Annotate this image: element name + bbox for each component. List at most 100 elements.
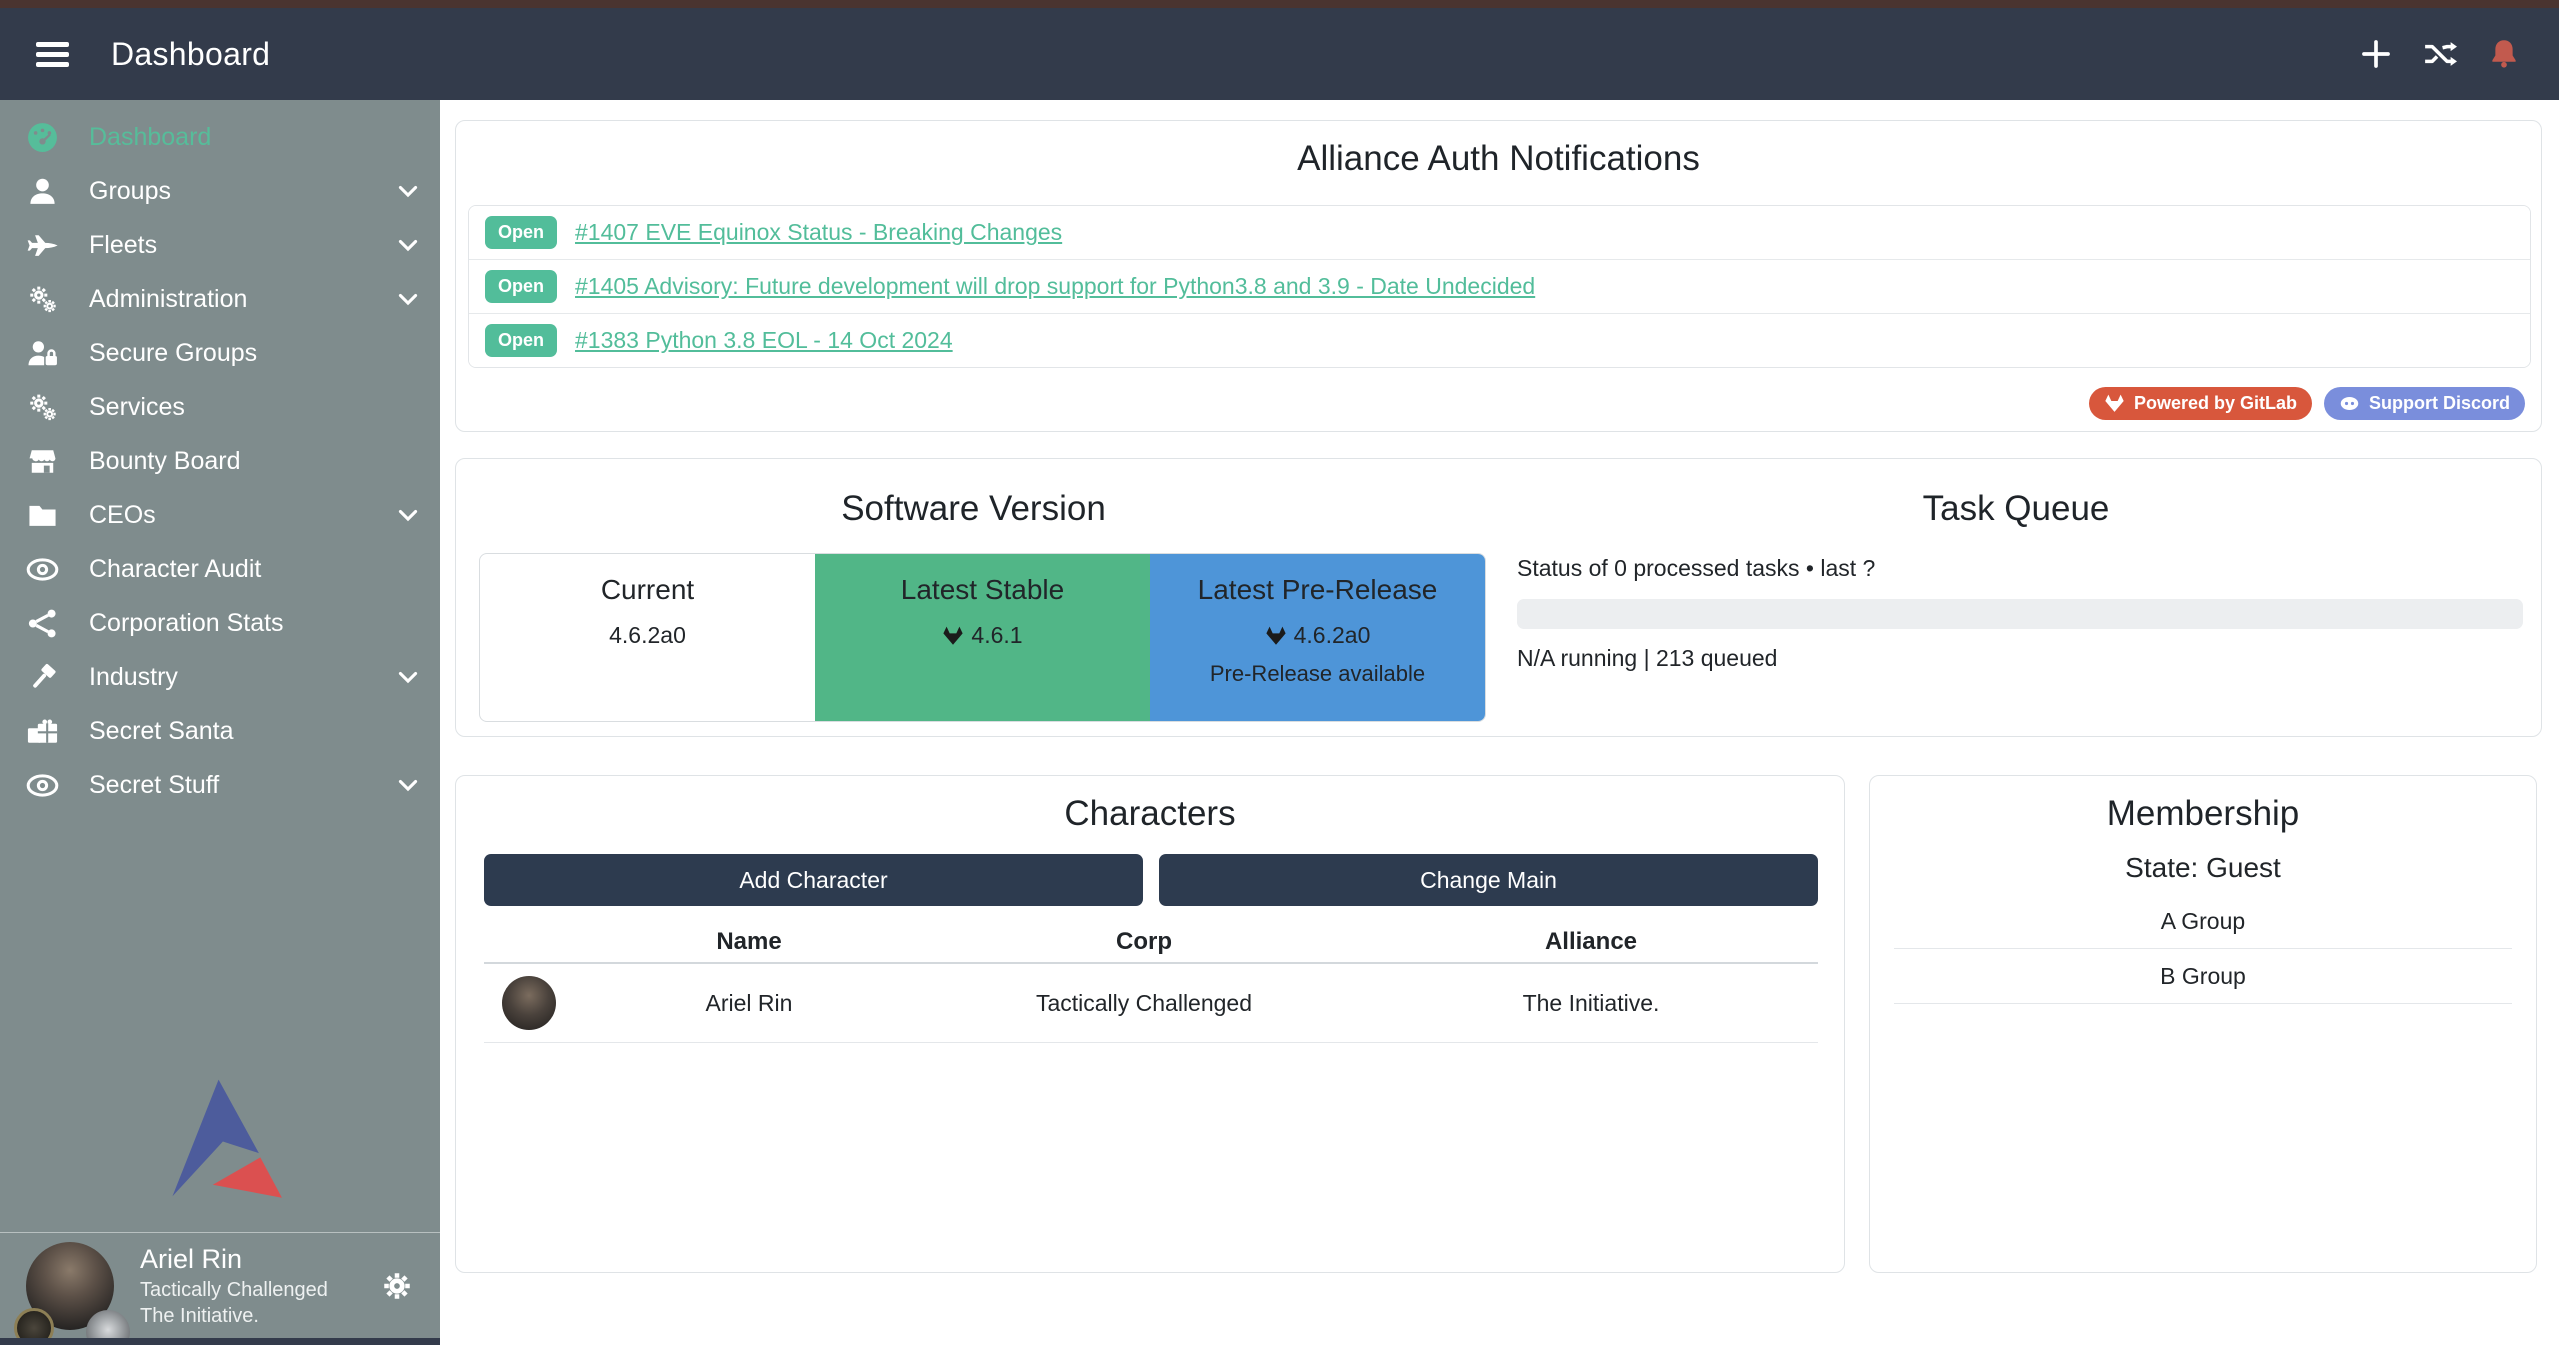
sidebar-item-character-audit[interactable]: Character Audit — [0, 542, 440, 596]
status-badge: Open — [485, 270, 557, 303]
version-value: 4.6.2a0 — [609, 622, 686, 649]
software-version-title: Software Version — [456, 489, 1491, 529]
sidebar-item-bounty-board[interactable]: Bounty Board — [0, 434, 440, 488]
chevron-down-icon — [394, 663, 422, 691]
notifications-title: Alliance Auth Notifications — [456, 139, 2541, 179]
sidebar-item-label: Services — [89, 393, 185, 422]
membership-panel: Membership State: Guest A Group B Group — [1869, 775, 2537, 1273]
sidebar-item-label: Dashboard — [89, 123, 211, 152]
sidebar-item-label: Industry — [89, 663, 178, 692]
chevron-down-icon — [394, 501, 422, 529]
change-character-shuffle-icon[interactable] — [2423, 37, 2457, 71]
user-avatar — [26, 1242, 114, 1330]
gitlab-tanuki-icon — [2104, 393, 2125, 414]
characters-actions: Add Character Change Main — [484, 854, 1818, 906]
sidebar-bottom-strip — [0, 1338, 440, 1345]
sidebar-user-panel: Ariel Rin Tactically Challenged The Init… — [0, 1232, 440, 1338]
version-label: Latest Stable — [815, 574, 1150, 606]
column-header-name: Name — [574, 928, 924, 956]
sidebar-item-label: Secure Groups — [89, 339, 257, 368]
user-corp: Tactically Challenged — [140, 1277, 328, 1303]
character-portrait — [502, 976, 556, 1030]
user-alliance: The Initiative. — [140, 1303, 328, 1329]
browser-edge-strip — [0, 0, 2559, 8]
change-main-button[interactable]: Change Main — [1159, 854, 1818, 906]
add-character-button[interactable]: Add Character — [484, 854, 1143, 906]
list-item: A Group — [1894, 894, 2512, 949]
sidebar-item-secret-stuff[interactable]: Secret Stuff — [0, 758, 440, 812]
gifts-icon — [26, 715, 59, 748]
top-navbar: Dashboard — [0, 8, 2559, 100]
sidebar-item-secure-groups[interactable]: Secure Groups — [0, 326, 440, 380]
table-header-row: Name Corp Alliance — [484, 922, 1818, 964]
sidebar-item-corporation-stats[interactable]: Corporation Stats — [0, 596, 440, 650]
sidebar-item-industry[interactable]: Industry — [0, 650, 440, 704]
system-status-panel: Software Version Current 4.6.2a0 Latest … — [455, 458, 2542, 737]
footer-badges: Powered by GitLab Support Discord — [2089, 387, 2525, 420]
page-title: Dashboard — [111, 36, 270, 73]
sidebar-item-dashboard[interactable]: Dashboard — [0, 110, 440, 164]
version-comparison-box: Current 4.6.2a0 Latest Stable 4.6.1 Late… — [479, 553, 1486, 722]
sidebar-item-services[interactable]: Services — [0, 380, 440, 434]
notification-link[interactable]: #1405 Advisory: Future development will … — [575, 273, 1535, 300]
powered-by-gitlab-badge[interactable]: Powered by GitLab — [2089, 387, 2312, 420]
main-content: Alliance Auth Notifications Open #1407 E… — [440, 100, 2559, 1345]
sidebar-item-label: Secret Stuff — [89, 771, 219, 800]
task-queue-progress-bar — [1517, 599, 2523, 629]
user-lock-icon — [26, 337, 59, 370]
characters-table: Name Corp Alliance Ariel Rin Tactically … — [484, 922, 1818, 1043]
sidebar-item-label: Corporation Stats — [89, 609, 284, 638]
hammer-icon — [26, 661, 59, 694]
app-window: Dashboard — [0, 0, 2559, 1345]
version-current: Current 4.6.2a0 — [480, 554, 815, 721]
alliance-auth-logo — [148, 1071, 292, 1211]
sidebar-item-secret-santa[interactable]: Secret Santa — [0, 704, 440, 758]
eye-icon — [26, 769, 59, 802]
sidebar-item-groups[interactable]: Groups — [0, 164, 440, 218]
discord-icon — [2339, 393, 2360, 414]
notification-link[interactable]: #1383 Python 3.8 EOL - 14 Oct 2024 — [575, 327, 953, 354]
share-icon — [26, 607, 59, 640]
folder-icon — [26, 499, 59, 532]
badge-label: Support Discord — [2369, 393, 2510, 414]
sidebar-menu: Dashboard Groups Fleets Ad — [0, 100, 440, 812]
task-queue-status-line: Status of 0 processed tasks • last ? — [1517, 555, 1875, 582]
notifications-list: Open #1407 EVE Equinox Status - Breaking… — [468, 205, 2531, 368]
chevron-down-icon — [394, 771, 422, 799]
task-queue-info-line: N/A running | 213 queued — [1517, 645, 1777, 672]
dashboard-gauge-icon — [26, 121, 59, 154]
sidebar-item-administration[interactable]: Administration — [0, 272, 440, 326]
sidebar-item-label: Secret Santa — [89, 717, 234, 746]
notifications-bell-icon[interactable] — [2487, 37, 2521, 71]
add-character-plus-icon[interactable] — [2359, 37, 2393, 71]
table-row: Ariel Rin Tactically Challenged The Init… — [484, 964, 1818, 1043]
version-label: Current — [480, 574, 815, 606]
sidebar-item-label: Groups — [89, 177, 171, 206]
version-value: 4.6.2a0 — [1294, 622, 1371, 649]
user-identity: Ariel Rin Tactically Challenged The Init… — [140, 1242, 328, 1329]
cogs-icon — [26, 391, 59, 424]
user-settings-gear-icon[interactable] — [380, 1269, 414, 1303]
version-label: Latest Pre-Release — [1150, 574, 1485, 606]
notifications-panel: Alliance Auth Notifications Open #1407 E… — [455, 120, 2542, 432]
chevron-down-icon — [394, 231, 422, 259]
list-item: Open #1383 Python 3.8 EOL - 14 Oct 2024 — [469, 313, 2530, 367]
user-name: Ariel Rin — [140, 1242, 328, 1277]
status-badge: Open — [485, 324, 557, 357]
membership-state: State: Guest — [1870, 852, 2536, 884]
sidebar-item-fleets[interactable]: Fleets — [0, 218, 440, 272]
sidebar-nav: Dashboard Groups Fleets Ad — [0, 100, 440, 1345]
notification-link[interactable]: #1407 EVE Equinox Status - Breaking Chan… — [575, 219, 1062, 246]
badge-label: Powered by GitLab — [2134, 393, 2297, 414]
characters-panel: Characters Add Character Change Main Nam… — [455, 775, 1845, 1273]
support-discord-badge[interactable]: Support Discord — [2324, 387, 2525, 420]
fighter-jet-icon — [26, 229, 59, 262]
column-header-corp: Corp — [924, 928, 1364, 956]
navbar-actions — [2359, 37, 2559, 71]
gitlab-tanuki-icon — [1265, 625, 1287, 647]
sidebar-item-ceos[interactable]: CEOs — [0, 488, 440, 542]
version-latest-prerelease: Latest Pre-Release 4.6.2a0 Pre-Release a… — [1150, 554, 1485, 721]
cell-character-name: Ariel Rin — [574, 990, 924, 1017]
user-icon — [26, 175, 59, 208]
sidebar-toggle-hamburger-icon[interactable] — [36, 37, 69, 72]
